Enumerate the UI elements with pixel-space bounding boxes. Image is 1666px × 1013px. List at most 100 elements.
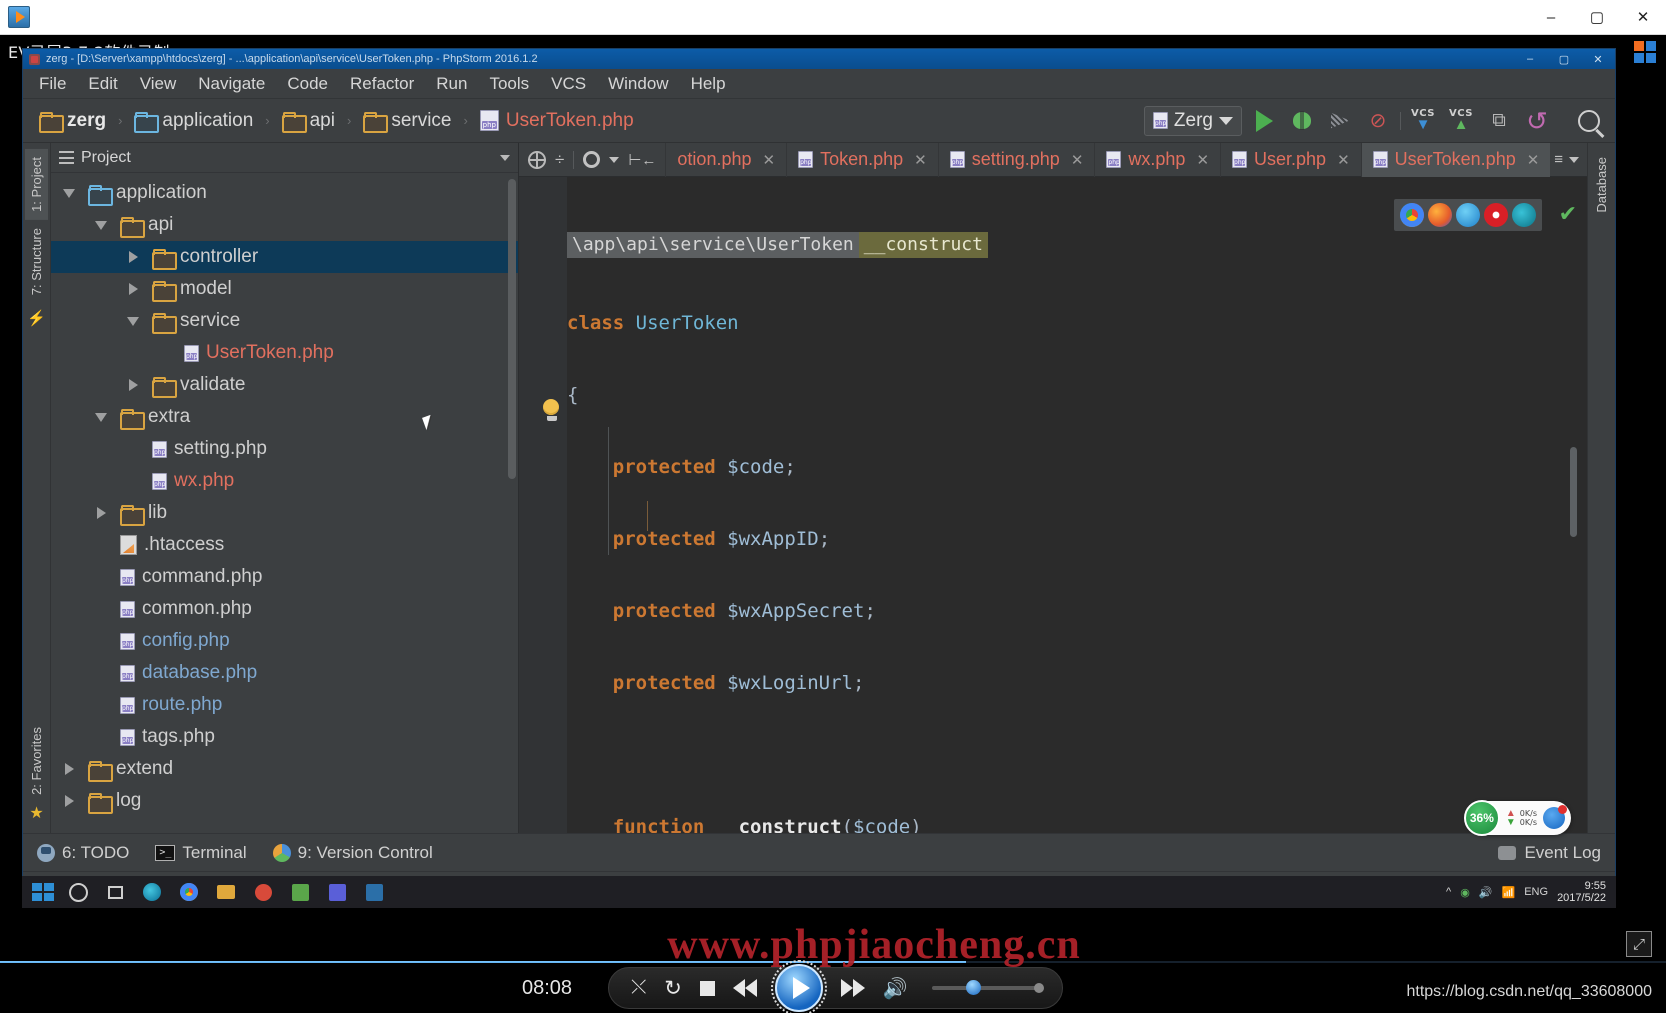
breadcrumb-api[interactable]: api [276, 108, 341, 134]
collapse-all-icon[interactable]: ÷ [555, 150, 564, 170]
close-icon[interactable]: ✕ [1337, 151, 1350, 169]
minimize-button[interactable]: – [1528, 0, 1574, 34]
vcs-history-icon[interactable]: ⧉ [1483, 105, 1515, 137]
fast-forward-icon[interactable] [840, 979, 865, 997]
gear-icon[interactable] [583, 151, 601, 168]
editor-scrollbar[interactable] [1570, 447, 1577, 537]
ide-minimize-button[interactable]: – [1513, 49, 1547, 69]
menu-tools[interactable]: Tools [489, 74, 529, 94]
close-icon[interactable]: ✕ [763, 151, 776, 169]
tree-node-common-php[interactable]: common.php [51, 593, 518, 625]
vcs-commit-icon[interactable]: VCS ▲ [1445, 105, 1477, 137]
sidebar-item-structure[interactable]: 7: Structure [25, 220, 48, 303]
chevron-right-icon[interactable] [89, 507, 113, 519]
menu-edit[interactable]: Edit [88, 74, 117, 94]
chevron-down-icon[interactable] [609, 156, 620, 163]
menu-help[interactable]: Help [691, 74, 726, 94]
tree-node-api[interactable]: api [51, 209, 518, 241]
tray-language[interactable]: ENG [1524, 886, 1548, 898]
close-icon[interactable]: ✕ [1527, 151, 1540, 169]
code-content[interactable]: \app\api\service\UserToken __construct c… [567, 177, 1559, 833]
shuffle-icon[interactable]: ⤬ [631, 977, 646, 999]
tree-node--htaccess[interactable]: .htaccess [51, 529, 518, 561]
tree-node-tags-php[interactable]: tags.php [51, 721, 518, 753]
chevron-right-icon[interactable] [121, 379, 145, 391]
target-icon[interactable] [528, 150, 546, 169]
stop-icon[interactable] [699, 980, 715, 996]
tool-window-todo[interactable]: 6: TODO [37, 843, 129, 863]
inspection-status-icon[interactable]: ✔ [1559, 201, 1577, 227]
menu-vcs[interactable]: VCS [551, 74, 586, 94]
run-configuration-selector[interactable]: Zerg [1143, 105, 1242, 136]
tray-clock[interactable]: 9:55 2017/5/22 [1557, 880, 1606, 904]
chevron-down-icon[interactable] [121, 316, 145, 326]
coverage-icon[interactable] [1324, 105, 1356, 137]
edge-icon[interactable] [1512, 203, 1536, 227]
project-tree[interactable]: application api controller model service User… [51, 173, 518, 833]
browser-preview-bar[interactable] [1394, 199, 1542, 231]
fullscreen-button[interactable]: ⤢ [1626, 931, 1652, 957]
tree-node-lib[interactable]: lib [51, 497, 518, 529]
breadcrumb-zerg[interactable]: zerg [33, 108, 112, 134]
tree-node-wx-php[interactable]: wx.php [51, 465, 518, 497]
start-icon[interactable] [28, 879, 58, 905]
menu-refactor[interactable]: Refactor [350, 74, 414, 94]
tray-sound-icon[interactable]: 🔊 [1479, 886, 1493, 899]
chevron-right-icon[interactable] [121, 283, 145, 295]
undo-icon[interactable]: ↺ [1521, 105, 1553, 137]
phpstorm-icon[interactable] [320, 878, 354, 906]
intention-bulb-icon[interactable] [543, 399, 561, 421]
tree-node-usertoken-php[interactable]: UserToken.php [51, 337, 518, 369]
play-icon[interactable] [770, 960, 827, 1013]
ide-maximize-button[interactable]: ▢ [1547, 49, 1581, 69]
tree-node-extra[interactable]: extra [51, 401, 518, 433]
close-icon[interactable]: ✕ [1071, 151, 1084, 169]
project-scrollbar[interactable] [508, 179, 516, 479]
tree-node-database-php[interactable]: database.php [51, 657, 518, 689]
code-editor[interactable]: \app\api\service\UserToken __construct c… [519, 177, 1587, 833]
tree-node-model[interactable]: model [51, 273, 518, 305]
tree-node-setting-php[interactable]: setting.php [51, 433, 518, 465]
tab-overflow-icon[interactable]: ≡ [1554, 151, 1563, 168]
firefox-icon[interactable] [1428, 203, 1452, 227]
breadcrumb-usertoken-php[interactable]: UserToken.php [474, 108, 640, 134]
tray-shield-icon[interactable]: ◉ [1460, 886, 1470, 899]
maximize-button[interactable]: ▢ [1574, 0, 1620, 34]
sidebar-item-favorites[interactable]: 2: Favorites [25, 719, 48, 803]
tool-window-terminal[interactable]: >_ Terminal [155, 843, 247, 863]
editor-gutter[interactable] [519, 177, 567, 833]
task-view-icon[interactable] [98, 878, 132, 906]
opera-icon[interactable] [1484, 203, 1508, 227]
tree-node-application[interactable]: application [51, 177, 518, 209]
tray-expand-icon[interactable]: ^ [1446, 886, 1451, 898]
tab-setting-php[interactable]: setting.php ✕ [937, 142, 1095, 177]
chevron-down-icon[interactable] [89, 412, 113, 422]
tree-node-service[interactable]: service [51, 305, 518, 337]
close-icon[interactable]: ✕ [1196, 151, 1209, 169]
navicat-icon[interactable] [357, 878, 391, 906]
tree-node-config-php[interactable]: config.php [51, 625, 518, 657]
tab-token-php[interactable]: Token.php ✕ [786, 142, 938, 177]
search-icon[interactable] [1573, 105, 1605, 137]
edge-icon[interactable] [135, 878, 169, 906]
chevron-right-icon[interactable] [57, 763, 81, 775]
volume-slider[interactable] [931, 980, 1044, 995]
breadcrumb-application[interactable]: application [128, 108, 259, 134]
breadcrumb-service[interactable]: service [357, 108, 457, 134]
sidebar-item-database[interactable]: Database [1590, 149, 1613, 221]
tree-node-controller[interactable]: controller [51, 241, 518, 273]
globe-icon[interactable] [1543, 805, 1567, 829]
ide-close-button[interactable]: ✕ [1581, 49, 1615, 69]
tree-node-log[interactable]: log [51, 785, 518, 817]
menu-code[interactable]: Code [287, 74, 328, 94]
volume-icon[interactable]: 🔊 [883, 976, 908, 1001]
menu-view[interactable]: View [140, 74, 177, 94]
event-log-button[interactable]: Event Log [1498, 843, 1615, 863]
ie-icon[interactable] [1456, 203, 1480, 227]
tree-node-route-php[interactable]: route.php [51, 689, 518, 721]
qq-icon[interactable] [246, 878, 280, 906]
chrome-icon[interactable] [1400, 203, 1424, 227]
tree-node-validate[interactable]: validate [51, 369, 518, 401]
chevron-down-icon[interactable] [1569, 156, 1579, 163]
stop-icon[interactable]: ⊘ [1362, 105, 1394, 137]
